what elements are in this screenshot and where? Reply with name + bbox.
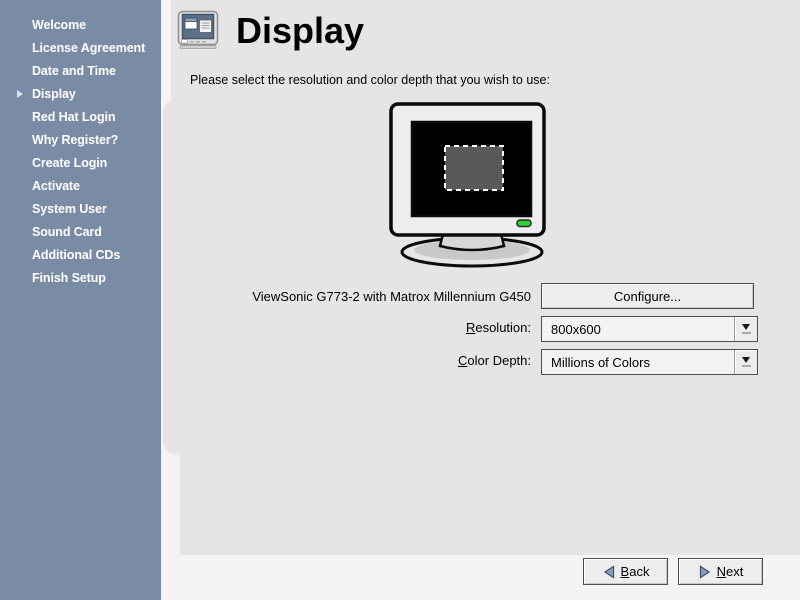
intro-text: Please select the resolution and color d…	[190, 73, 550, 87]
sidebar-item-red-hat-login[interactable]: Red Hat Login	[0, 106, 161, 129]
sidebar-item-sound-card[interactable]: Sound Card	[0, 221, 161, 244]
monitor-illustration	[385, 100, 555, 268]
content-panel	[180, 447, 800, 555]
device-label: ViewSonic G773-2 with Matrox Millennium …	[236, 289, 531, 304]
sidebar-item-why-register[interactable]: Why Register?	[0, 129, 161, 152]
sidebar-item-display[interactable]: Display	[0, 83, 161, 106]
sidebar-item-date-and-time[interactable]: Date and Time	[0, 60, 161, 83]
sidebar-item-system-user[interactable]: System User	[0, 198, 161, 221]
next-button[interactable]: Next	[678, 558, 763, 585]
next-arrow-icon	[698, 565, 712, 579]
color-depth-value: Millions of Colors	[542, 355, 734, 370]
sidebar-item-license-agreement[interactable]: License Agreement	[0, 37, 161, 60]
setup-agent-window: Welcome License Agreement Date and Time …	[0, 0, 800, 600]
color-depth-dropdown[interactable]: Millions of Colors	[541, 349, 758, 375]
page-title: Display	[236, 10, 364, 52]
sidebar-item-activate[interactable]: Activate	[0, 175, 161, 198]
active-item-arrow-icon	[17, 90, 23, 98]
resolution-selection-area	[445, 146, 503, 190]
wizard-step-list: Welcome License Agreement Date and Time …	[0, 0, 161, 290]
wizard-sidebar: Welcome License Agreement Date and Time …	[0, 0, 161, 600]
resolution-dropdown[interactable]: 800x600	[541, 316, 758, 342]
color-depth-label: Color Depth:	[236, 353, 531, 368]
dropdown-arrow-icon	[734, 317, 757, 341]
dropdown-arrow-icon	[734, 350, 757, 374]
sidebar-item-create-login[interactable]: Create Login	[0, 152, 161, 175]
sidebar-item-finish-setup[interactable]: Finish Setup	[0, 267, 161, 290]
resolution-value: 800x600	[542, 322, 734, 337]
crt-monitor-icon	[177, 10, 219, 52]
sidebar-item-welcome[interactable]: Welcome	[0, 14, 161, 37]
power-led	[517, 220, 531, 227]
back-arrow-icon	[602, 565, 616, 579]
configure-button[interactable]: Configure...	[541, 283, 754, 309]
back-button[interactable]: Back	[583, 558, 668, 585]
sidebar-item-additional-cds[interactable]: Additional CDs	[0, 244, 161, 267]
resolution-label: Resolution:	[236, 320, 531, 335]
